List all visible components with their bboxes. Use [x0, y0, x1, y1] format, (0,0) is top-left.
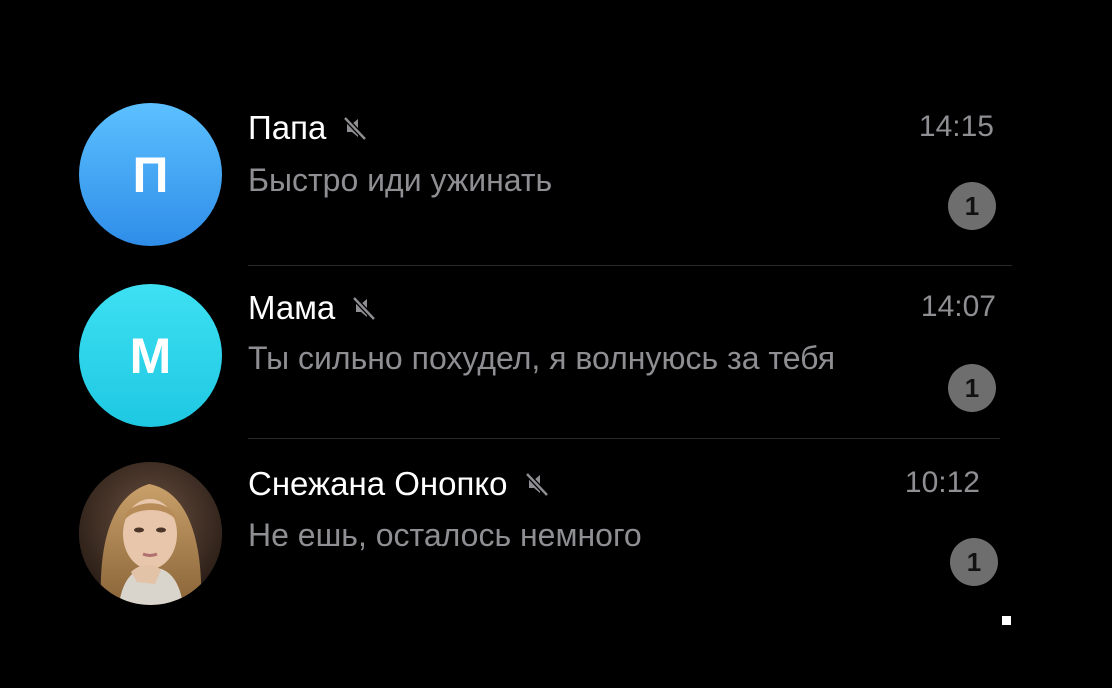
mute-icon	[524, 472, 549, 497]
unread-badge: 1	[948, 364, 996, 412]
chat-item-mama[interactable]: М Мама 14:07 Ты сильно похудел, я волную…	[0, 268, 1112, 440]
divider	[248, 265, 1012, 266]
chat-title-row: Снежана Онопко	[248, 464, 552, 504]
indicator-dot	[1002, 616, 1011, 625]
avatar-letter: М	[129, 327, 172, 384]
chat-name: Папа	[248, 109, 327, 146]
chat-item-snezhana[interactable]: Снежана Онопко 10:12 Не ешь, осталось не…	[0, 444, 1112, 616]
chat-title-row: Мама	[248, 288, 379, 328]
chat-time: 14:07	[920, 290, 996, 323]
avatar-letter: П	[132, 146, 169, 203]
mute-icon	[343, 116, 368, 141]
unread-badge: 1	[950, 538, 998, 586]
chat-name: Мама	[248, 289, 336, 326]
unread-badge: 1	[948, 182, 996, 230]
chat-list-screen: П Папа 14:15 Быстро иди ужинать 1 М Мама	[0, 0, 1112, 688]
chat-time: 14:15	[918, 110, 994, 143]
chat-title-row: Папа	[248, 108, 370, 148]
chat-name: Снежана Онопко	[248, 465, 508, 502]
mute-icon	[352, 296, 377, 321]
chat-message-preview: Ты сильно похудел, я волнуюсь за тебя	[248, 340, 836, 376]
avatar[interactable]	[79, 462, 222, 605]
avatar[interactable]: М	[79, 284, 222, 427]
chat-item-papa[interactable]: П Папа 14:15 Быстро иди ужинать 1	[0, 88, 1112, 260]
chat-time: 10:12	[904, 466, 980, 499]
avatar[interactable]: П	[79, 103, 222, 246]
portrait-photo	[79, 462, 222, 605]
chat-message-preview: Не ешь, осталось немного	[248, 517, 642, 553]
divider	[248, 438, 1000, 439]
chat-message-preview: Быстро иди ужинать	[248, 162, 553, 198]
